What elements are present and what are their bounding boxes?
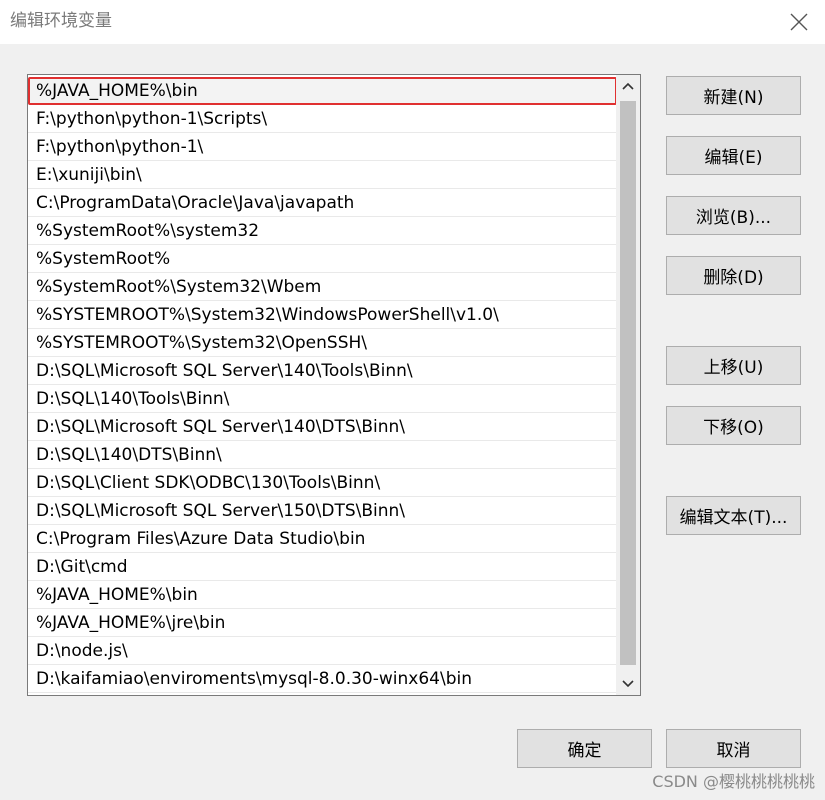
list-item[interactable]: D:\node.js\: [28, 637, 617, 665]
list-item[interactable]: D:\SQL\Microsoft SQL Server\150\DTS\Binn…: [28, 497, 617, 525]
new-button[interactable]: 新建(N): [666, 76, 801, 115]
list-item[interactable]: D:\SQL\Microsoft SQL Server\140\Tools\Bi…: [28, 357, 617, 385]
scroll-thumb[interactable]: [620, 101, 636, 665]
list-item[interactable]: C:\Program Files\Azure Data Studio\bin: [28, 525, 617, 553]
list-item-selected[interactable]: %JAVA_HOME%\bin: [28, 77, 617, 105]
list-item[interactable]: F:\python\python-1\Scripts\: [28, 105, 617, 133]
list-item[interactable]: %SystemRoot%\system32: [28, 217, 617, 245]
list-item[interactable]: %JAVA_HOME%\jre\bin: [28, 609, 617, 637]
list-item[interactable]: %SystemRoot%\System32\Wbem: [28, 273, 617, 301]
list-item[interactable]: %JAVA_HOME%\bin: [28, 581, 617, 609]
list-item[interactable]: D:\kaifamiao\enviroments\mysql-8.0.30-wi…: [28, 665, 617, 693]
browse-button[interactable]: 浏览(B)...: [666, 196, 801, 235]
window-title: 编辑环境变量: [10, 11, 112, 31]
cancel-button[interactable]: 取消: [666, 729, 801, 768]
delete-button[interactable]: 删除(D): [666, 256, 801, 295]
chevron-up-icon: [622, 82, 634, 90]
move-up-button[interactable]: 上移(U): [666, 346, 801, 385]
list-item[interactable]: %SystemRoot%: [28, 245, 617, 273]
edit-button[interactable]: 编辑(E): [666, 136, 801, 175]
close-icon: [790, 13, 808, 31]
close-button[interactable]: [780, 5, 818, 39]
scroll-down-button[interactable]: [616, 673, 640, 695]
list-item[interactable]: %SYSTEMROOT%\System32\OpenSSH\: [28, 329, 617, 357]
list-item[interactable]: D:\Git\cmd: [28, 553, 617, 581]
path-rows: %JAVA_HOME%\bin F:\python\python-1\Script…: [28, 77, 617, 693]
edit-text-button[interactable]: 编辑文本(T)...: [666, 496, 801, 535]
list-item[interactable]: C:\ProgramData\Oracle\Java\javapath: [28, 189, 617, 217]
title-bar: 编辑环境变量: [0, 0, 825, 44]
list-item[interactable]: F:\python\python-1\: [28, 133, 617, 161]
path-list[interactable]: %JAVA_HOME%\bin F:\python\python-1\Script…: [27, 74, 641, 696]
list-item[interactable]: D:\SQL\Client SDK\ODBC\130\Tools\Binn\: [28, 469, 617, 497]
chevron-down-icon: [622, 680, 634, 688]
move-down-button[interactable]: 下移(O): [666, 406, 801, 445]
list-item[interactable]: D:\SQL\Microsoft SQL Server\140\DTS\Binn…: [28, 413, 617, 441]
watermark: CSDN @樱桃桃桃桃桃: [652, 772, 815, 791]
list-item[interactable]: %SYSTEMROOT%\System32\WindowsPowerShell\…: [28, 301, 617, 329]
list-item[interactable]: D:\SQL\140\DTS\Binn\: [28, 441, 617, 469]
scroll-up-button[interactable]: [616, 75, 640, 97]
list-item[interactable]: D:\SQL\140\Tools\Binn\: [28, 385, 617, 413]
list-item[interactable]: E:\xuniji\bin\: [28, 161, 617, 189]
scrollbar[interactable]: [616, 75, 640, 695]
ok-button[interactable]: 确定: [517, 729, 652, 768]
